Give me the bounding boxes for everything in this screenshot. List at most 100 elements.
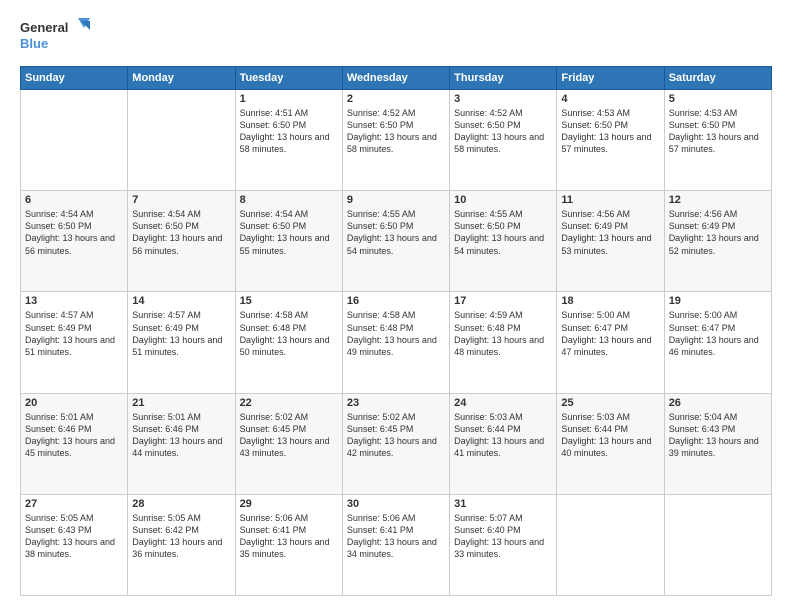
- calendar-cell: 27Sunrise: 5:05 AMSunset: 6:43 PMDayligh…: [21, 494, 128, 595]
- day-info-line: Sunset: 6:50 PM: [561, 119, 659, 131]
- day-info-line: Sunset: 6:45 PM: [347, 423, 445, 435]
- day-info-line: Daylight: 13 hours and 57 minutes.: [669, 131, 767, 155]
- calendar-cell: [664, 494, 771, 595]
- calendar-cell: 15Sunrise: 4:58 AMSunset: 6:48 PMDayligh…: [235, 292, 342, 393]
- calendar-cell: 17Sunrise: 4:59 AMSunset: 6:48 PMDayligh…: [450, 292, 557, 393]
- day-info-line: Daylight: 13 hours and 34 minutes.: [347, 536, 445, 560]
- day-number: 6: [25, 194, 123, 206]
- day-number: 30: [347, 498, 445, 510]
- day-info-line: Daylight: 13 hours and 33 minutes.: [454, 536, 552, 560]
- day-info-line: Daylight: 13 hours and 39 minutes.: [669, 435, 767, 459]
- calendar-week-row: 6Sunrise: 4:54 AMSunset: 6:50 PMDaylight…: [21, 191, 772, 292]
- calendar-cell: [21, 90, 128, 191]
- calendar-cell: 22Sunrise: 5:02 AMSunset: 6:45 PMDayligh…: [235, 393, 342, 494]
- calendar-week-row: 27Sunrise: 5:05 AMSunset: 6:43 PMDayligh…: [21, 494, 772, 595]
- day-info-line: Daylight: 13 hours and 47 minutes.: [561, 334, 659, 358]
- day-info-line: Sunrise: 4:53 AM: [561, 107, 659, 119]
- day-info-line: Sunrise: 5:02 AM: [347, 411, 445, 423]
- day-info-line: Daylight: 13 hours and 42 minutes.: [347, 435, 445, 459]
- day-info-line: Daylight: 13 hours and 58 minutes.: [240, 131, 338, 155]
- day-number: 18: [561, 295, 659, 307]
- day-info-line: Daylight: 13 hours and 53 minutes.: [561, 232, 659, 256]
- day-info-line: Sunset: 6:49 PM: [561, 220, 659, 232]
- page: General Blue SundayMondayTuesdayWednesda…: [0, 0, 792, 612]
- day-info-line: Sunrise: 4:51 AM: [240, 107, 338, 119]
- calendar-cell: 5Sunrise: 4:53 AMSunset: 6:50 PMDaylight…: [664, 90, 771, 191]
- day-info-line: Sunset: 6:50 PM: [454, 220, 552, 232]
- calendar-week-row: 13Sunrise: 4:57 AMSunset: 6:49 PMDayligh…: [21, 292, 772, 393]
- day-number: 10: [454, 194, 552, 206]
- day-info-line: Sunset: 6:50 PM: [347, 220, 445, 232]
- calendar-week-row: 1Sunrise: 4:51 AMSunset: 6:50 PMDaylight…: [21, 90, 772, 191]
- day-info-line: Daylight: 13 hours and 51 minutes.: [25, 334, 123, 358]
- day-info-line: Sunset: 6:40 PM: [454, 524, 552, 536]
- day-info-line: Sunset: 6:50 PM: [132, 220, 230, 232]
- calendar-cell: 29Sunrise: 5:06 AMSunset: 6:41 PMDayligh…: [235, 494, 342, 595]
- day-number: 7: [132, 194, 230, 206]
- calendar-cell: 28Sunrise: 5:05 AMSunset: 6:42 PMDayligh…: [128, 494, 235, 595]
- day-info-line: Sunrise: 4:54 AM: [132, 208, 230, 220]
- day-info-line: Sunset: 6:41 PM: [240, 524, 338, 536]
- svg-text:Blue: Blue: [20, 36, 48, 51]
- day-info-line: Sunset: 6:50 PM: [240, 119, 338, 131]
- calendar-cell: 11Sunrise: 4:56 AMSunset: 6:49 PMDayligh…: [557, 191, 664, 292]
- day-info-line: Sunrise: 4:58 AM: [240, 309, 338, 321]
- day-info-line: Sunset: 6:48 PM: [347, 322, 445, 334]
- day-number: 14: [132, 295, 230, 307]
- day-number: 24: [454, 397, 552, 409]
- day-header-tuesday: Tuesday: [235, 67, 342, 90]
- day-info-line: Sunrise: 4:55 AM: [454, 208, 552, 220]
- day-info-line: Daylight: 13 hours and 36 minutes.: [132, 536, 230, 560]
- day-info-line: Sunset: 6:42 PM: [132, 524, 230, 536]
- day-info-line: Sunset: 6:49 PM: [669, 220, 767, 232]
- calendar-header-row: SundayMondayTuesdayWednesdayThursdayFrid…: [21, 67, 772, 90]
- logo-svg: General Blue: [20, 16, 90, 56]
- day-info-line: Sunrise: 4:52 AM: [347, 107, 445, 119]
- day-number: 8: [240, 194, 338, 206]
- svg-text:General: General: [20, 20, 68, 35]
- calendar-cell: 19Sunrise: 5:00 AMSunset: 6:47 PMDayligh…: [664, 292, 771, 393]
- calendar-cell: 25Sunrise: 5:03 AMSunset: 6:44 PMDayligh…: [557, 393, 664, 494]
- day-info-line: Sunset: 6:50 PM: [454, 119, 552, 131]
- calendar-cell: 31Sunrise: 5:07 AMSunset: 6:40 PMDayligh…: [450, 494, 557, 595]
- day-info-line: Sunrise: 4:55 AM: [347, 208, 445, 220]
- day-info-line: Daylight: 13 hours and 44 minutes.: [132, 435, 230, 459]
- day-info-line: Sunset: 6:50 PM: [669, 119, 767, 131]
- day-info-line: Sunrise: 4:54 AM: [240, 208, 338, 220]
- calendar-cell: 24Sunrise: 5:03 AMSunset: 6:44 PMDayligh…: [450, 393, 557, 494]
- logo: General Blue: [20, 16, 90, 56]
- day-info-line: Sunrise: 5:00 AM: [561, 309, 659, 321]
- day-info-line: Sunset: 6:48 PM: [454, 322, 552, 334]
- calendar-cell: 12Sunrise: 4:56 AMSunset: 6:49 PMDayligh…: [664, 191, 771, 292]
- day-info-line: Sunset: 6:46 PM: [132, 423, 230, 435]
- day-number: 19: [669, 295, 767, 307]
- day-info-line: Sunrise: 5:03 AM: [454, 411, 552, 423]
- day-number: 26: [669, 397, 767, 409]
- calendar-cell: 6Sunrise: 4:54 AMSunset: 6:50 PMDaylight…: [21, 191, 128, 292]
- day-info-line: Daylight: 13 hours and 40 minutes.: [561, 435, 659, 459]
- day-info-line: Sunrise: 4:52 AM: [454, 107, 552, 119]
- calendar-cell: 16Sunrise: 4:58 AMSunset: 6:48 PMDayligh…: [342, 292, 449, 393]
- day-number: 15: [240, 295, 338, 307]
- day-info-line: Sunset: 6:49 PM: [25, 322, 123, 334]
- day-number: 2: [347, 93, 445, 105]
- day-info-line: Sunrise: 5:05 AM: [25, 512, 123, 524]
- day-info-line: Sunrise: 4:56 AM: [561, 208, 659, 220]
- calendar-cell: 10Sunrise: 4:55 AMSunset: 6:50 PMDayligh…: [450, 191, 557, 292]
- calendar-cell: 3Sunrise: 4:52 AMSunset: 6:50 PMDaylight…: [450, 90, 557, 191]
- calendar-cell: 2Sunrise: 4:52 AMSunset: 6:50 PMDaylight…: [342, 90, 449, 191]
- day-number: 25: [561, 397, 659, 409]
- calendar-cell: 21Sunrise: 5:01 AMSunset: 6:46 PMDayligh…: [128, 393, 235, 494]
- calendar-week-row: 20Sunrise: 5:01 AMSunset: 6:46 PMDayligh…: [21, 393, 772, 494]
- day-header-wednesday: Wednesday: [342, 67, 449, 90]
- calendar-cell: 1Sunrise: 4:51 AMSunset: 6:50 PMDaylight…: [235, 90, 342, 191]
- day-info-line: Sunset: 6:49 PM: [132, 322, 230, 334]
- day-info-line: Sunrise: 4:57 AM: [132, 309, 230, 321]
- day-info-line: Daylight: 13 hours and 51 minutes.: [132, 334, 230, 358]
- day-info-line: Daylight: 13 hours and 49 minutes.: [347, 334, 445, 358]
- day-info-line: Daylight: 13 hours and 55 minutes.: [240, 232, 338, 256]
- day-info-line: Sunrise: 5:03 AM: [561, 411, 659, 423]
- day-info-line: Daylight: 13 hours and 56 minutes.: [132, 232, 230, 256]
- day-info-line: Daylight: 13 hours and 48 minutes.: [454, 334, 552, 358]
- day-info-line: Sunrise: 5:01 AM: [25, 411, 123, 423]
